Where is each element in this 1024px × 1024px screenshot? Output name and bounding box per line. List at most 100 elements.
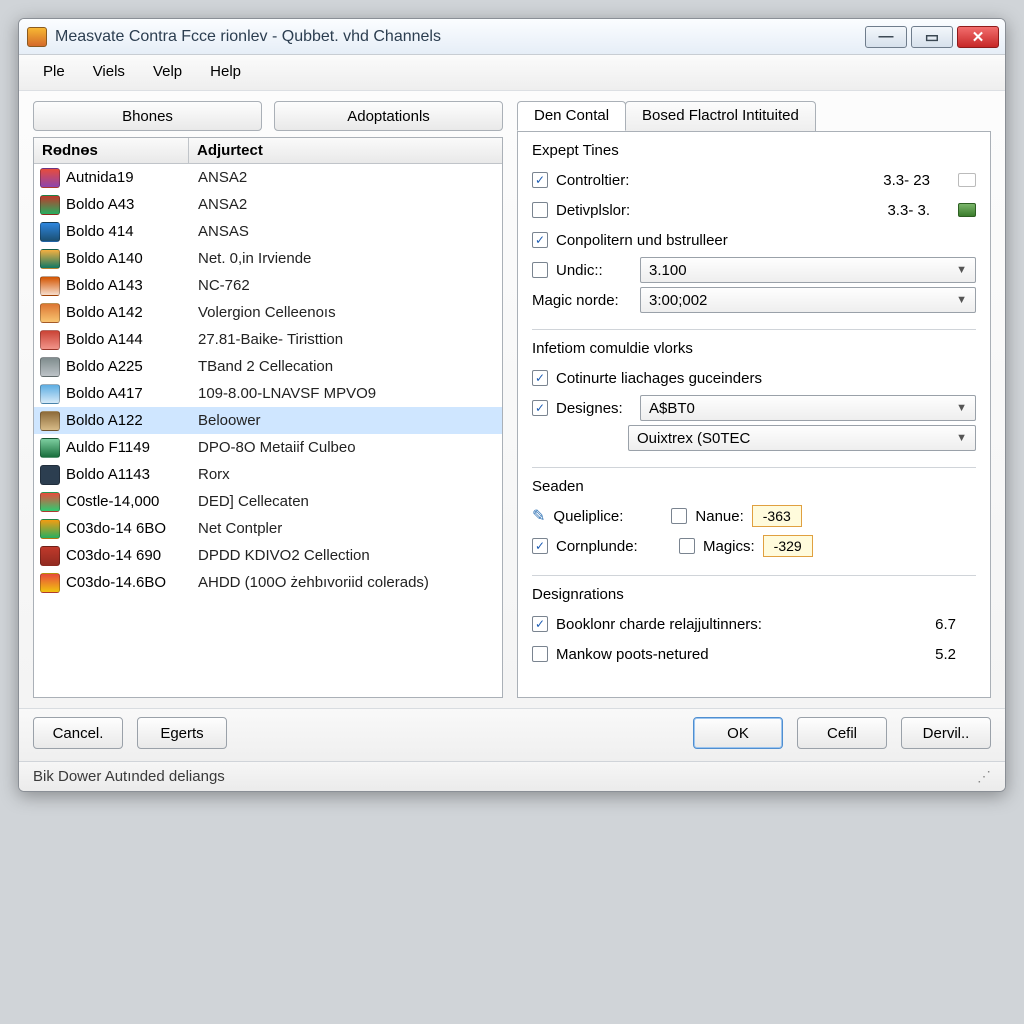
resize-grip-icon[interactable]: ⋰ [977,768,991,785]
nanue-checkbox[interactable] [671,508,687,524]
list-item[interactable]: C03do-14 690 DPDD KDIVO2 Cellection [34,542,502,569]
item-value: DED] Cellecaten [198,493,496,510]
item-name: C03do-14 6BO [66,520,198,537]
list-item[interactable]: Auldo F1149 DPO-8O Metaiif Culbeo [34,434,502,461]
item-name: C03do-14.6BO [66,574,198,591]
magic-combo[interactable]: 3:00;002▼ [640,287,976,313]
item-name: Autnida19 [66,169,198,186]
menu-velp[interactable]: Velp [143,61,192,82]
list-item[interactable]: Boldo A225 TBand 2 Cellecation [34,353,502,380]
magics-checkbox[interactable] [679,538,695,554]
nanue-label: Nanue: [695,508,743,525]
item-icon [40,276,60,296]
list-item[interactable]: C03do-14 6BO Net Contpler [34,515,502,542]
conpolitern-label: Conpolitern und bstrulleer [556,232,728,249]
magics-input[interactable]: -329 [763,535,813,557]
item-icon [40,411,60,431]
boakloor-value: 6.7 [935,616,956,633]
list-item[interactable]: Boldo A417 109-8.00-LNAVSF MPVO9 [34,380,502,407]
ouixtrex-combo[interactable]: Ouixtrex (S0TEC▼ [628,425,976,451]
item-name: Auldo F1149 [66,439,198,456]
item-value: DPO-8O Metaiif Culbeo [198,439,496,456]
menu-ple[interactable]: Ple [33,61,75,82]
detivplslor-value: 3.3- 3. [887,202,930,219]
infetiom-title: Infetiom comuldie vlorks [532,340,976,357]
list-item[interactable]: Boldo 414 ANSAS [34,218,502,245]
mankow-checkbox[interactable] [532,646,548,662]
pencil-icon: ✎ [532,506,545,526]
designes-label: Designes: [556,400,632,417]
designrations-title: Designɾations [532,586,976,603]
item-value: DPDD KDIVO2 Cellection [198,547,496,564]
item-icon [40,519,60,539]
controltier-label: Controltier: [556,172,629,189]
undic-combo[interactable]: 3.100▼ [640,257,976,283]
item-list[interactable]: Rɵdnɵs Adjurtect Autnida19 ANSA2 Boldo A… [33,137,503,698]
chevron-down-icon: ▼ [956,294,967,306]
cefil-button[interactable]: Cefil [797,717,887,749]
menu-help[interactable]: Help [200,61,251,82]
item-icon [40,492,60,512]
controltier-swatch[interactable] [958,173,976,187]
list-item[interactable]: C0stle-14,000 DED] Cellecaten [34,488,502,515]
tab-bosed-flactrol[interactable]: Bosed Flactrol Intituited [625,101,816,131]
dervil-button[interactable]: Dervil.. [901,717,991,749]
mankow-value: 5.2 [935,646,956,663]
chevron-down-icon: ▼ [956,264,967,276]
item-name: Boldo A225 [66,358,198,375]
undic-label: Undic:: [556,262,632,279]
magics-label: Magics: [703,538,755,555]
right-pane: Den Contal Bosed Flactrol Intituited Exp… [517,101,991,698]
conpolitern-checkbox[interactable] [532,232,548,248]
list-item[interactable]: Boldo A140 Net. 0,in Irviende [34,245,502,272]
close-button[interactable]: ✕ [957,26,999,48]
boakloor-checkbox[interactable] [532,616,548,632]
item-value: ANSA2 [198,169,496,186]
list-item[interactable]: Boldo A144 27.81-Baike- Tiristtion [34,326,502,353]
item-name: Boldo A143 [66,277,198,294]
item-name: Boldo A122 [66,412,198,429]
list-item[interactable]: Boldo A43 ANSA2 [34,191,502,218]
tab-den-contal[interactable]: Den Contal [517,101,626,131]
menu-viels[interactable]: Viels [83,61,135,82]
boakloor-label: Booklonr charde relajjultinners: [556,616,762,633]
undic-checkbox[interactable] [532,262,548,278]
adoptationls-button[interactable]: Adoptationls [274,101,503,131]
list-item[interactable]: Boldo A1143 Rorx [34,461,502,488]
designes-checkbox[interactable] [532,400,548,416]
detivplslor-label: Detivplslor: [556,202,630,219]
col-header-adjurtect[interactable]: Adjurtect [189,138,502,163]
mankow-label: Mankow poots-netured [556,646,709,663]
list-item[interactable]: Boldo A142 Volergion Celleenoıs [34,299,502,326]
chevron-down-icon: ▼ [956,432,967,444]
item-icon [40,168,60,188]
cotinurte-checkbox[interactable] [532,370,548,386]
item-name: Boldo A142 [66,304,198,321]
minimize-button[interactable]: — [865,26,907,48]
nanue-input[interactable]: -363 [752,505,802,527]
ok-button[interactable]: OK [693,717,783,749]
controltier-checkbox[interactable] [532,172,548,188]
designes-combo[interactable]: A$BT0▼ [640,395,976,421]
item-name: Boldo A144 [66,331,198,348]
list-item[interactable]: Autnida19 ANSA2 [34,164,502,191]
bhones-button[interactable]: Bhones [33,101,262,131]
item-icon [40,249,60,269]
left-pane: Bhones Adoptationls Rɵdnɵs Adjurtect Aut… [33,101,503,698]
item-icon [40,357,60,377]
status-text: Bik Dower Autınded deliangs [33,768,225,785]
list-item[interactable]: Boldo A122 Beloower [34,407,502,434]
item-icon [40,303,60,323]
egerts-button[interactable]: Egerts [137,717,227,749]
item-icon [40,438,60,458]
item-icon [40,573,60,593]
detivplslor-checkbox[interactable] [532,202,548,218]
cornplunde-checkbox[interactable] [532,538,548,554]
maximize-button[interactable]: ▭ [911,26,953,48]
detivplslor-swatch[interactable] [958,203,976,217]
col-header-name[interactable]: Rɵdnɵs [34,138,189,163]
list-item[interactable]: Boldo A143 NC-762 [34,272,502,299]
list-item[interactable]: C03do-14.6BO AHDD (100O żehbıvoriid cole… [34,569,502,596]
cancel-button[interactable]: Cancel. [33,717,123,749]
item-name: Boldo A1143 [66,466,198,483]
